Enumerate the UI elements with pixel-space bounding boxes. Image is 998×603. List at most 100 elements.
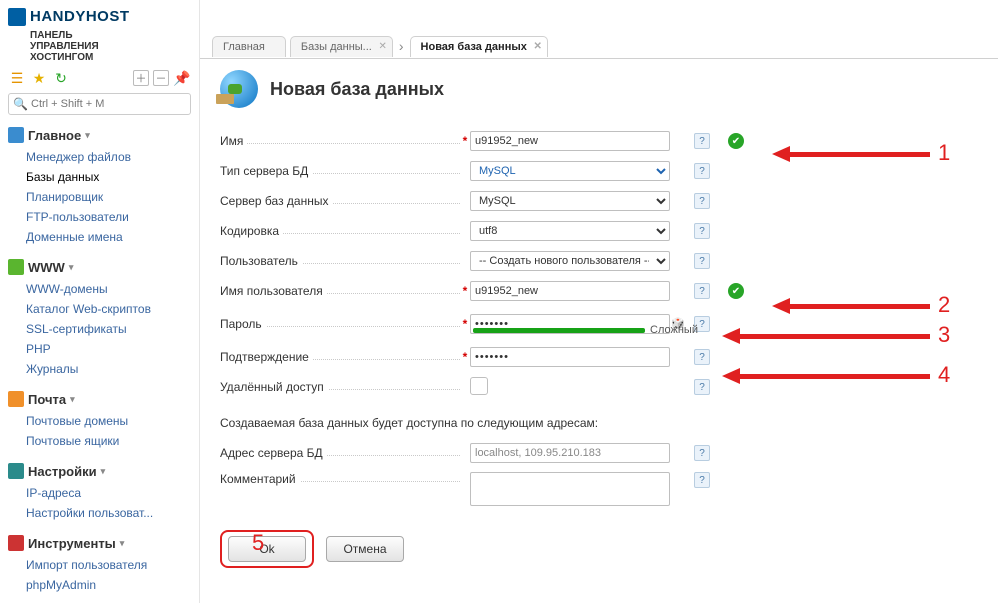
nav-title-main[interactable]: Главное ▾ [8, 127, 191, 143]
sidebar-item-logs[interactable]: Журналы [26, 359, 191, 379]
sidebar-item-scheduler[interactable]: Планировщик [26, 187, 191, 207]
annotation-number: 2 [938, 292, 968, 318]
check-icon: ✔ [728, 133, 744, 149]
label-address: Адрес сервера БД [220, 446, 327, 460]
annotation-number: 4 [938, 362, 968, 388]
tab-home[interactable]: Главная [212, 36, 286, 57]
logo-subtitle: ПАНЕЛЬ УПРАВЛЕНИЯ ХОСТИНГОМ [8, 30, 191, 63]
nav-title-www[interactable]: WWW ▾ [8, 259, 191, 275]
sidebar-item-usersettings[interactable]: Настройки пользоват... [26, 503, 191, 523]
input-username[interactable] [470, 281, 670, 301]
help-icon[interactable]: ? [694, 379, 710, 395]
ok-button[interactable]: Ok [228, 536, 306, 562]
row-encoding: Кодировка utf8 ? [220, 216, 998, 246]
row-confirm: Подтверждение * ? [220, 342, 998, 372]
select-dbtype[interactable]: MySQL [470, 161, 670, 181]
annotation-number: 3 [938, 322, 968, 348]
row-comment: Комментарий ? [220, 468, 998, 508]
help-icon[interactable]: ? [694, 133, 710, 149]
select-encoding[interactable]: utf8 [470, 221, 670, 241]
annotation-number-5: 5 [252, 530, 264, 556]
search-input[interactable] [8, 93, 191, 115]
tab-newdb[interactable]: Новая база данных ✕ [410, 36, 548, 57]
db-form: Имя * ? ✔ Тип сервера БД MySQL ? Сервер … [220, 126, 998, 568]
select-user[interactable]: -- Создать нового пользователя -- [470, 251, 670, 271]
sidebar-item-filemanager[interactable]: Менеджер файлов [26, 147, 191, 167]
password-strength-bar [473, 328, 645, 333]
annotation-number: 1 [938, 140, 968, 166]
sidebar-item-importuser[interactable]: Импорт пользователя [26, 555, 191, 575]
sidebar-item-webscripts[interactable]: Каталог Web-скриптов [26, 299, 191, 319]
sidebar-item-mailboxes[interactable]: Почтовые ящики [26, 431, 191, 451]
nav-title-settings[interactable]: Настройки ▾ [8, 463, 191, 479]
close-icon[interactable]: ✕ [378, 41, 386, 52]
nav-group-mail: Почта ▾ Почтовые домены Почтовые ящики [8, 391, 191, 451]
favorites-icon[interactable]: ☰ [8, 69, 26, 87]
close-icon[interactable]: ✕ [533, 41, 541, 52]
help-icon[interactable]: ? [694, 253, 710, 269]
plus-icon[interactable]: ＋ [133, 70, 149, 86]
sidebar-item-phpmyadmin[interactable]: phpMyAdmin [26, 575, 191, 595]
access-note: Создаваемая база данных будет доступна п… [220, 416, 998, 430]
help-icon[interactable]: ? [694, 163, 710, 179]
tools-icon [8, 535, 24, 551]
nav-title-tools[interactable]: Инструменты ▾ [8, 535, 191, 551]
help-icon[interactable]: ? [694, 193, 710, 209]
row-dbtype: Тип сервера БД MySQL ? [220, 156, 998, 186]
input-name[interactable] [470, 131, 670, 151]
minus-icon[interactable]: － [153, 70, 169, 86]
help-icon[interactable]: ? [694, 472, 710, 488]
star-icon[interactable]: ★ [30, 69, 48, 87]
button-row: Ok Отмена [220, 530, 998, 568]
tab-underline [200, 58, 998, 59]
sidebar-toolbar: ☰ ★ ↻ ＋ － 📌 [8, 69, 191, 87]
required-mark: * [460, 350, 470, 364]
nav-title-label: Настройки [28, 464, 97, 479]
required-mark: * [460, 134, 470, 148]
help-icon[interactable]: ? [694, 223, 710, 239]
sidebar-item-ssl[interactable]: SSL-сертификаты [26, 319, 191, 339]
tab-label: Базы данны... [301, 41, 372, 53]
nav-title-label: Главное [28, 128, 81, 143]
label-encoding: Кодировка [220, 224, 283, 238]
tab-label: Новая база данных [421, 41, 527, 53]
select-dbserver[interactable]: MySQL [470, 191, 670, 211]
sidebar-item-domains[interactable]: Доменные имена [26, 227, 191, 247]
sidebar-item-wwwdomains[interactable]: WWW-домены [26, 279, 191, 299]
refresh-icon[interactable]: ↻ [52, 69, 70, 87]
help-icon[interactable]: ? [694, 349, 710, 365]
chevron-down-icon: ▾ [120, 538, 125, 549]
chevron-down-icon: ▾ [85, 130, 90, 141]
label-name: Имя [220, 134, 247, 148]
breadcrumb-arrow-icon: › [397, 38, 406, 56]
label-user: Пользователь [220, 254, 302, 268]
sidebar-search: 🔍 [8, 93, 191, 115]
row-dbserver: Сервер баз данных MySQL ? [220, 186, 998, 216]
nav-title-mail[interactable]: Почта ▾ [8, 391, 191, 407]
sidebar-item-maildomains[interactable]: Почтовые домены [26, 411, 191, 431]
tab-databases[interactable]: Базы данны... ✕ [290, 36, 393, 57]
required-mark: * [460, 317, 470, 331]
pin-icon[interactable]: 📌 [173, 69, 191, 87]
nav-group-main: Главное ▾ Менеджер файлов Базы данных Пл… [8, 127, 191, 247]
label-comment: Комментарий [220, 472, 300, 486]
sidebar-item-php[interactable]: PHP [26, 339, 191, 359]
help-icon[interactable]: ? [694, 445, 710, 461]
label-dbserver: Сервер баз данных [220, 194, 332, 208]
help-icon[interactable]: ? [694, 283, 710, 299]
row-user: Пользователь -- Создать нового пользоват… [220, 246, 998, 276]
textarea-comment[interactable] [470, 472, 670, 506]
checkbox-remote[interactable] [470, 377, 488, 395]
cancel-button[interactable]: Отмена [326, 536, 404, 562]
sidebar-item-ip[interactable]: IP-адреса [26, 483, 191, 503]
dashboard-icon [8, 127, 24, 143]
label-dbtype: Тип сервера БД [220, 164, 312, 178]
search-icon: 🔍 [13, 97, 28, 111]
nav-group-www: WWW ▾ WWW-домены Каталог Web-скриптов SS… [8, 259, 191, 379]
chevron-down-icon: ▾ [69, 262, 74, 273]
gear-icon [8, 463, 24, 479]
input-confirm[interactable] [470, 347, 670, 367]
sidebar-item-ftp[interactable]: FTP-пользователи [26, 207, 191, 227]
sidebar-item-databases[interactable]: Базы данных [26, 167, 191, 187]
nav-group-settings: Настройки ▾ IP-адреса Настройки пользова… [8, 463, 191, 523]
